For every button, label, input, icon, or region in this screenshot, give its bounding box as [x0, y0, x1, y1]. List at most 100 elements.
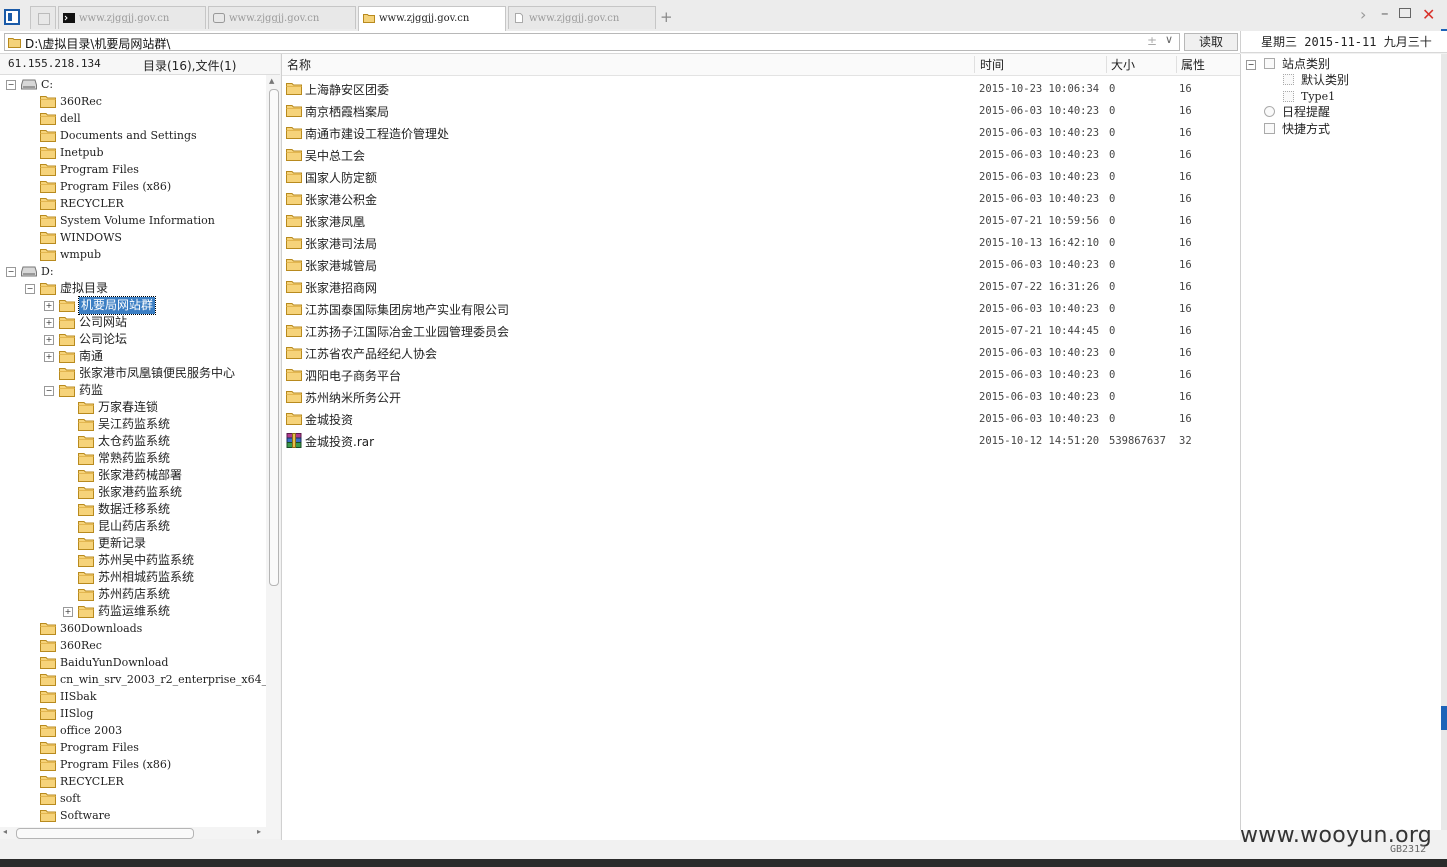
tab-database[interactable]: www.zjggjj.gov.cn — [208, 6, 356, 29]
collapse-icon[interactable]: − — [6, 80, 16, 90]
category-type1[interactable]: Type1 — [1246, 89, 1436, 105]
restore-icon[interactable] — [1399, 8, 1411, 18]
collapse-icon[interactable]: − — [1246, 60, 1256, 70]
tree-folder[interactable]: 吴江药监系统 — [0, 416, 266, 433]
file-row[interactable]: 江苏扬子江国际冶金工业园管理委员会 2015-07-21 10:44:45 0 16 — [282, 320, 1240, 342]
tree-folder[interactable]: + 南通 — [0, 348, 266, 365]
file-row[interactable]: 张家港司法局 2015-10-13 16:42:10 0 16 — [282, 232, 1240, 254]
tree-folder[interactable]: Program Files (x86) — [0, 756, 266, 773]
tree-folder[interactable]: 张家港药监系统 — [0, 484, 266, 501]
scroll-right-icon[interactable]: ▸ — [257, 827, 261, 836]
tree-folder[interactable]: RECYCLER — [0, 773, 266, 790]
file-row[interactable]: 苏州纳米所务公开 2015-06-03 10:40:23 0 16 — [282, 386, 1240, 408]
tree-folder[interactable]: + 公司论坛 — [0, 331, 266, 348]
schedule-reminder[interactable]: 日程提醒 — [1246, 104, 1436, 120]
chevron-right-icon[interactable]: › — [1360, 5, 1366, 24]
scroll-thumb[interactable] — [16, 828, 194, 839]
minimize-icon[interactable]: – — [1381, 4, 1389, 22]
file-row[interactable]: 上海静安区团委 2015-10-23 10:06:34 0 16 — [282, 78, 1240, 100]
tree-folder[interactable]: 张家港市凤凰镇便民服务中心 — [0, 365, 266, 382]
file-row[interactable]: 南京栖霞档案局 2015-06-03 10:40:23 0 16 — [282, 100, 1240, 122]
tree-folder[interactable]: − 药监 — [0, 382, 266, 399]
tree-folder[interactable]: WINDOWS — [0, 229, 266, 246]
chevron-down-icon[interactable]: ∨ — [1165, 33, 1173, 46]
tree-folder[interactable]: Inetpub — [0, 144, 266, 161]
panel-toggle-icon[interactable] — [4, 9, 20, 25]
tab-file-manager[interactable]: www.zjggjj.gov.cn — [358, 6, 506, 31]
expand-icon[interactable]: + — [44, 318, 54, 328]
tree-folder[interactable]: Program Files — [0, 161, 266, 178]
tree-folder[interactable]: 张家港药械部署 — [0, 467, 266, 484]
expand-icon[interactable]: + — [63, 607, 73, 617]
tree-folder[interactable]: 万家春连锁 — [0, 399, 266, 416]
file-row[interactable]: 张家港招商网 2015-07-22 16:31:26 0 16 — [282, 276, 1240, 298]
tree-folder[interactable]: 360Rec — [0, 93, 266, 110]
scroll-left-icon[interactable]: ◂ — [3, 827, 7, 836]
file-row[interactable]: 泗阳电子商务平台 2015-06-03 10:40:23 0 16 — [282, 364, 1240, 386]
scroll-thumb[interactable] — [269, 89, 279, 586]
file-row[interactable]: 吴中总工会 2015-06-03 10:40:23 0 16 — [282, 144, 1240, 166]
tree-folder[interactable]: 苏州吴中药监系统 — [0, 552, 266, 569]
tree-folder[interactable]: + 药监运维系统 — [0, 603, 266, 620]
scroll-up-icon[interactable]: ▲ — [269, 77, 274, 85]
file-row[interactable]: 张家港公积金 2015-06-03 10:40:23 0 16 — [282, 188, 1240, 210]
tree-drive[interactable]: − D: — [0, 263, 266, 280]
tree-folder[interactable]: 苏州药店系统 — [0, 586, 266, 603]
tree-folder[interactable]: dell — [0, 110, 266, 127]
tree-folder[interactable]: 昆山药店系统 — [0, 518, 266, 535]
tree-folder[interactable]: IISbak — [0, 688, 266, 705]
expand-icon[interactable]: + — [44, 301, 54, 311]
tree-folder[interactable]: soft — [0, 790, 266, 807]
file-row[interactable]: 江苏省农产品经纪人协会 2015-06-03 10:40:23 0 16 — [282, 342, 1240, 364]
tree-folder[interactable]: Program Files (x86) — [0, 178, 266, 195]
tree-folder[interactable]: office 2003 — [0, 722, 266, 739]
blank-tab-button[interactable] — [30, 6, 56, 29]
close-icon[interactable]: ✕ — [1422, 5, 1435, 24]
tree-folder[interactable]: + 机要局网站群 — [0, 296, 266, 315]
tree-folder[interactable]: 更新记录 — [0, 535, 266, 552]
plus-minus-icon[interactable]: ± — [1147, 34, 1157, 48]
collapse-icon[interactable]: − — [6, 267, 16, 277]
file-row[interactable]: 国家人防定额 2015-06-03 10:40:23 0 16 — [282, 166, 1240, 188]
collapse-icon[interactable]: − — [25, 284, 35, 294]
category-default[interactable]: 默认类别 — [1246, 72, 1436, 88]
tree-vertical-scrollbar[interactable]: ▲ — [266, 75, 280, 827]
file-row[interactable]: 张家港城管局 2015-06-03 10:40:23 0 16 — [282, 254, 1240, 276]
column-attr[interactable]: 属性 — [1181, 56, 1205, 73]
tree-folder[interactable]: BaiduYunDownload — [0, 654, 266, 671]
file-row[interactable]: 南通市建设工程造价管理处 2015-06-03 10:40:23 0 16 — [282, 122, 1240, 144]
column-name[interactable]: 名称 — [287, 56, 311, 73]
column-time[interactable]: 时间 — [980, 56, 1004, 73]
tree-folder[interactable]: System Volume Information — [0, 212, 266, 229]
site-category-root[interactable]: − 站点类别 — [1246, 56, 1436, 72]
file-row[interactable]: 金城投资.rar 2015-10-12 14:51:20 539867637 32 — [282, 430, 1240, 452]
tree-folder[interactable]: + 公司网站 — [0, 314, 266, 331]
tree-folder[interactable]: Documents and Settings — [0, 127, 266, 144]
read-button[interactable]: 读取 — [1184, 33, 1238, 51]
tab-document[interactable]: www.zjggjj.gov.cn — [508, 6, 656, 29]
tree-folder[interactable]: Program Files — [0, 739, 266, 756]
expand-icon[interactable]: + — [44, 352, 54, 362]
path-input[interactable]: D:\虚拟目录\机要局网站群\ ± ∨ — [4, 33, 1180, 51]
tree-folder[interactable]: RECYCLER — [0, 195, 266, 212]
tree-folder[interactable]: 太仓药监系统 — [0, 433, 266, 450]
tree-folder[interactable]: wmpub — [0, 246, 266, 263]
tree-drive[interactable]: − C: — [0, 76, 266, 93]
collapse-icon[interactable]: − — [44, 386, 54, 396]
tree-folder[interactable]: 常熟药监系统 — [0, 450, 266, 467]
shortcuts[interactable]: 快捷方式 — [1246, 121, 1436, 137]
tree-folder[interactable]: Software — [0, 807, 266, 824]
tree-folder[interactable]: 360Rec — [0, 637, 266, 654]
column-size[interactable]: 大小 — [1111, 56, 1135, 73]
tree-horizontal-scrollbar[interactable]: ◂ ▸ — [0, 827, 280, 839]
tree-folder[interactable]: cn_win_srv_2003_r2_enterprise_x64_w — [0, 671, 266, 688]
tree-folder[interactable]: IISlog — [0, 705, 266, 722]
tree-folder[interactable]: 360Downloads — [0, 620, 266, 637]
tree-folder[interactable]: 数据迁移系统 — [0, 501, 266, 518]
expand-icon[interactable]: + — [44, 335, 54, 345]
add-tab-button[interactable]: + — [660, 8, 673, 26]
file-row[interactable]: 金城投资 2015-06-03 10:40:23 0 16 — [282, 408, 1240, 430]
tree-folder[interactable]: − 虚拟目录 — [0, 280, 266, 297]
tab-terminal[interactable]: www.zjggjj.gov.cn — [58, 6, 206, 29]
file-row[interactable]: 江苏国泰国际集团房地产实业有限公司 2015-06-03 10:40:23 0 16 — [282, 298, 1240, 320]
